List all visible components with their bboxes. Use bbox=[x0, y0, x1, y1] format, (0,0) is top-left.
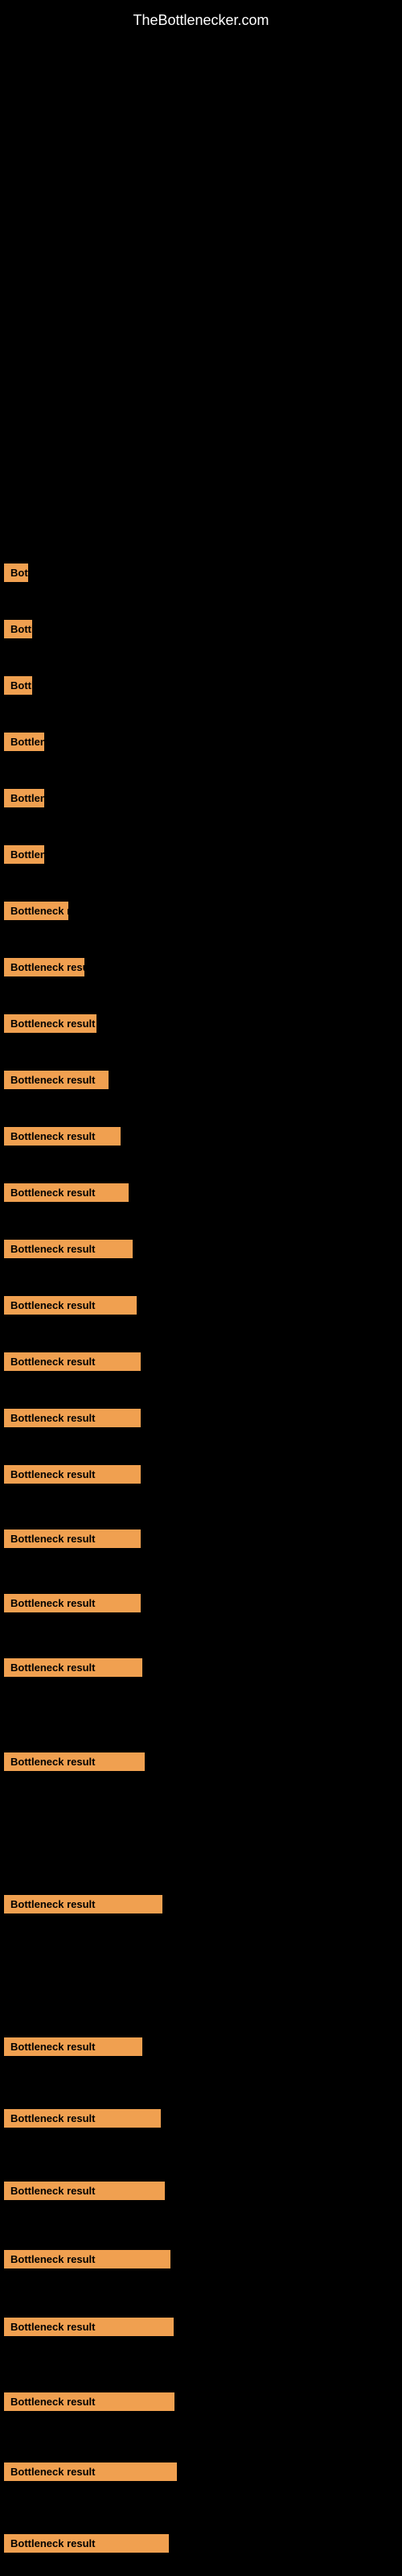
bottleneck-result-label: Bottleneck result bbox=[4, 2109, 161, 2128]
bottleneck-result-label: Bottleneck result bbox=[4, 2534, 169, 2553]
bottleneck-result-label: Bottleneck result bbox=[4, 845, 44, 864]
bottleneck-result-label: Bottleneck result bbox=[4, 733, 44, 751]
bottleneck-result-label: Bottleneck result bbox=[4, 2037, 142, 2056]
bottleneck-result-label: Bottleneck result bbox=[4, 2318, 174, 2336]
site-title: TheBottlenecker.com bbox=[0, 4, 402, 37]
bottleneck-result-label: Bottleneck result bbox=[4, 2392, 174, 2411]
bottleneck-result-label: Bottleneck result bbox=[4, 1071, 109, 1089]
bottleneck-result-label: Bottleneck result bbox=[4, 1014, 96, 1033]
bottleneck-result-label: Bottleneck result bbox=[4, 1240, 133, 1258]
bottleneck-result-label: Bottleneck result bbox=[4, 676, 32, 695]
bottleneck-result-label: Bottleneck result bbox=[4, 1127, 121, 1146]
bottleneck-result-label: Bottleneck result bbox=[4, 1658, 142, 1677]
bottleneck-result-label: Bottleneck result bbox=[4, 1752, 145, 1771]
bottleneck-result-label: Bottleneck result bbox=[4, 1352, 141, 1371]
bottleneck-result-label: Bottleneck result bbox=[4, 789, 44, 807]
bottleneck-result-label: Bottleneck result bbox=[4, 1296, 137, 1315]
bottleneck-result-label: Bottleneck result bbox=[4, 1409, 141, 1427]
bottleneck-result-label: Bottleneck result bbox=[4, 2250, 170, 2268]
bottleneck-result-label: Bottleneck result bbox=[4, 620, 32, 638]
bottleneck-result-label: Bottleneck result bbox=[4, 958, 84, 976]
bottleneck-result-label: Bottleneck result bbox=[4, 1530, 141, 1548]
bottleneck-result-label: Bottleneck result bbox=[4, 1465, 141, 1484]
bottleneck-result-label: Bottleneck result bbox=[4, 2182, 165, 2200]
bottleneck-result-label: Bottleneck result bbox=[4, 1895, 162, 1913]
bottleneck-result-label: Bottleneck result bbox=[4, 1594, 141, 1612]
bottleneck-result-label: Bottleneck result bbox=[4, 2462, 177, 2481]
bottleneck-result-label: Bottleneck result bbox=[4, 1183, 129, 1202]
bottleneck-result-label: Bottleneck result bbox=[4, 902, 68, 920]
bottleneck-result-label: Bottleneck result bbox=[4, 564, 28, 582]
